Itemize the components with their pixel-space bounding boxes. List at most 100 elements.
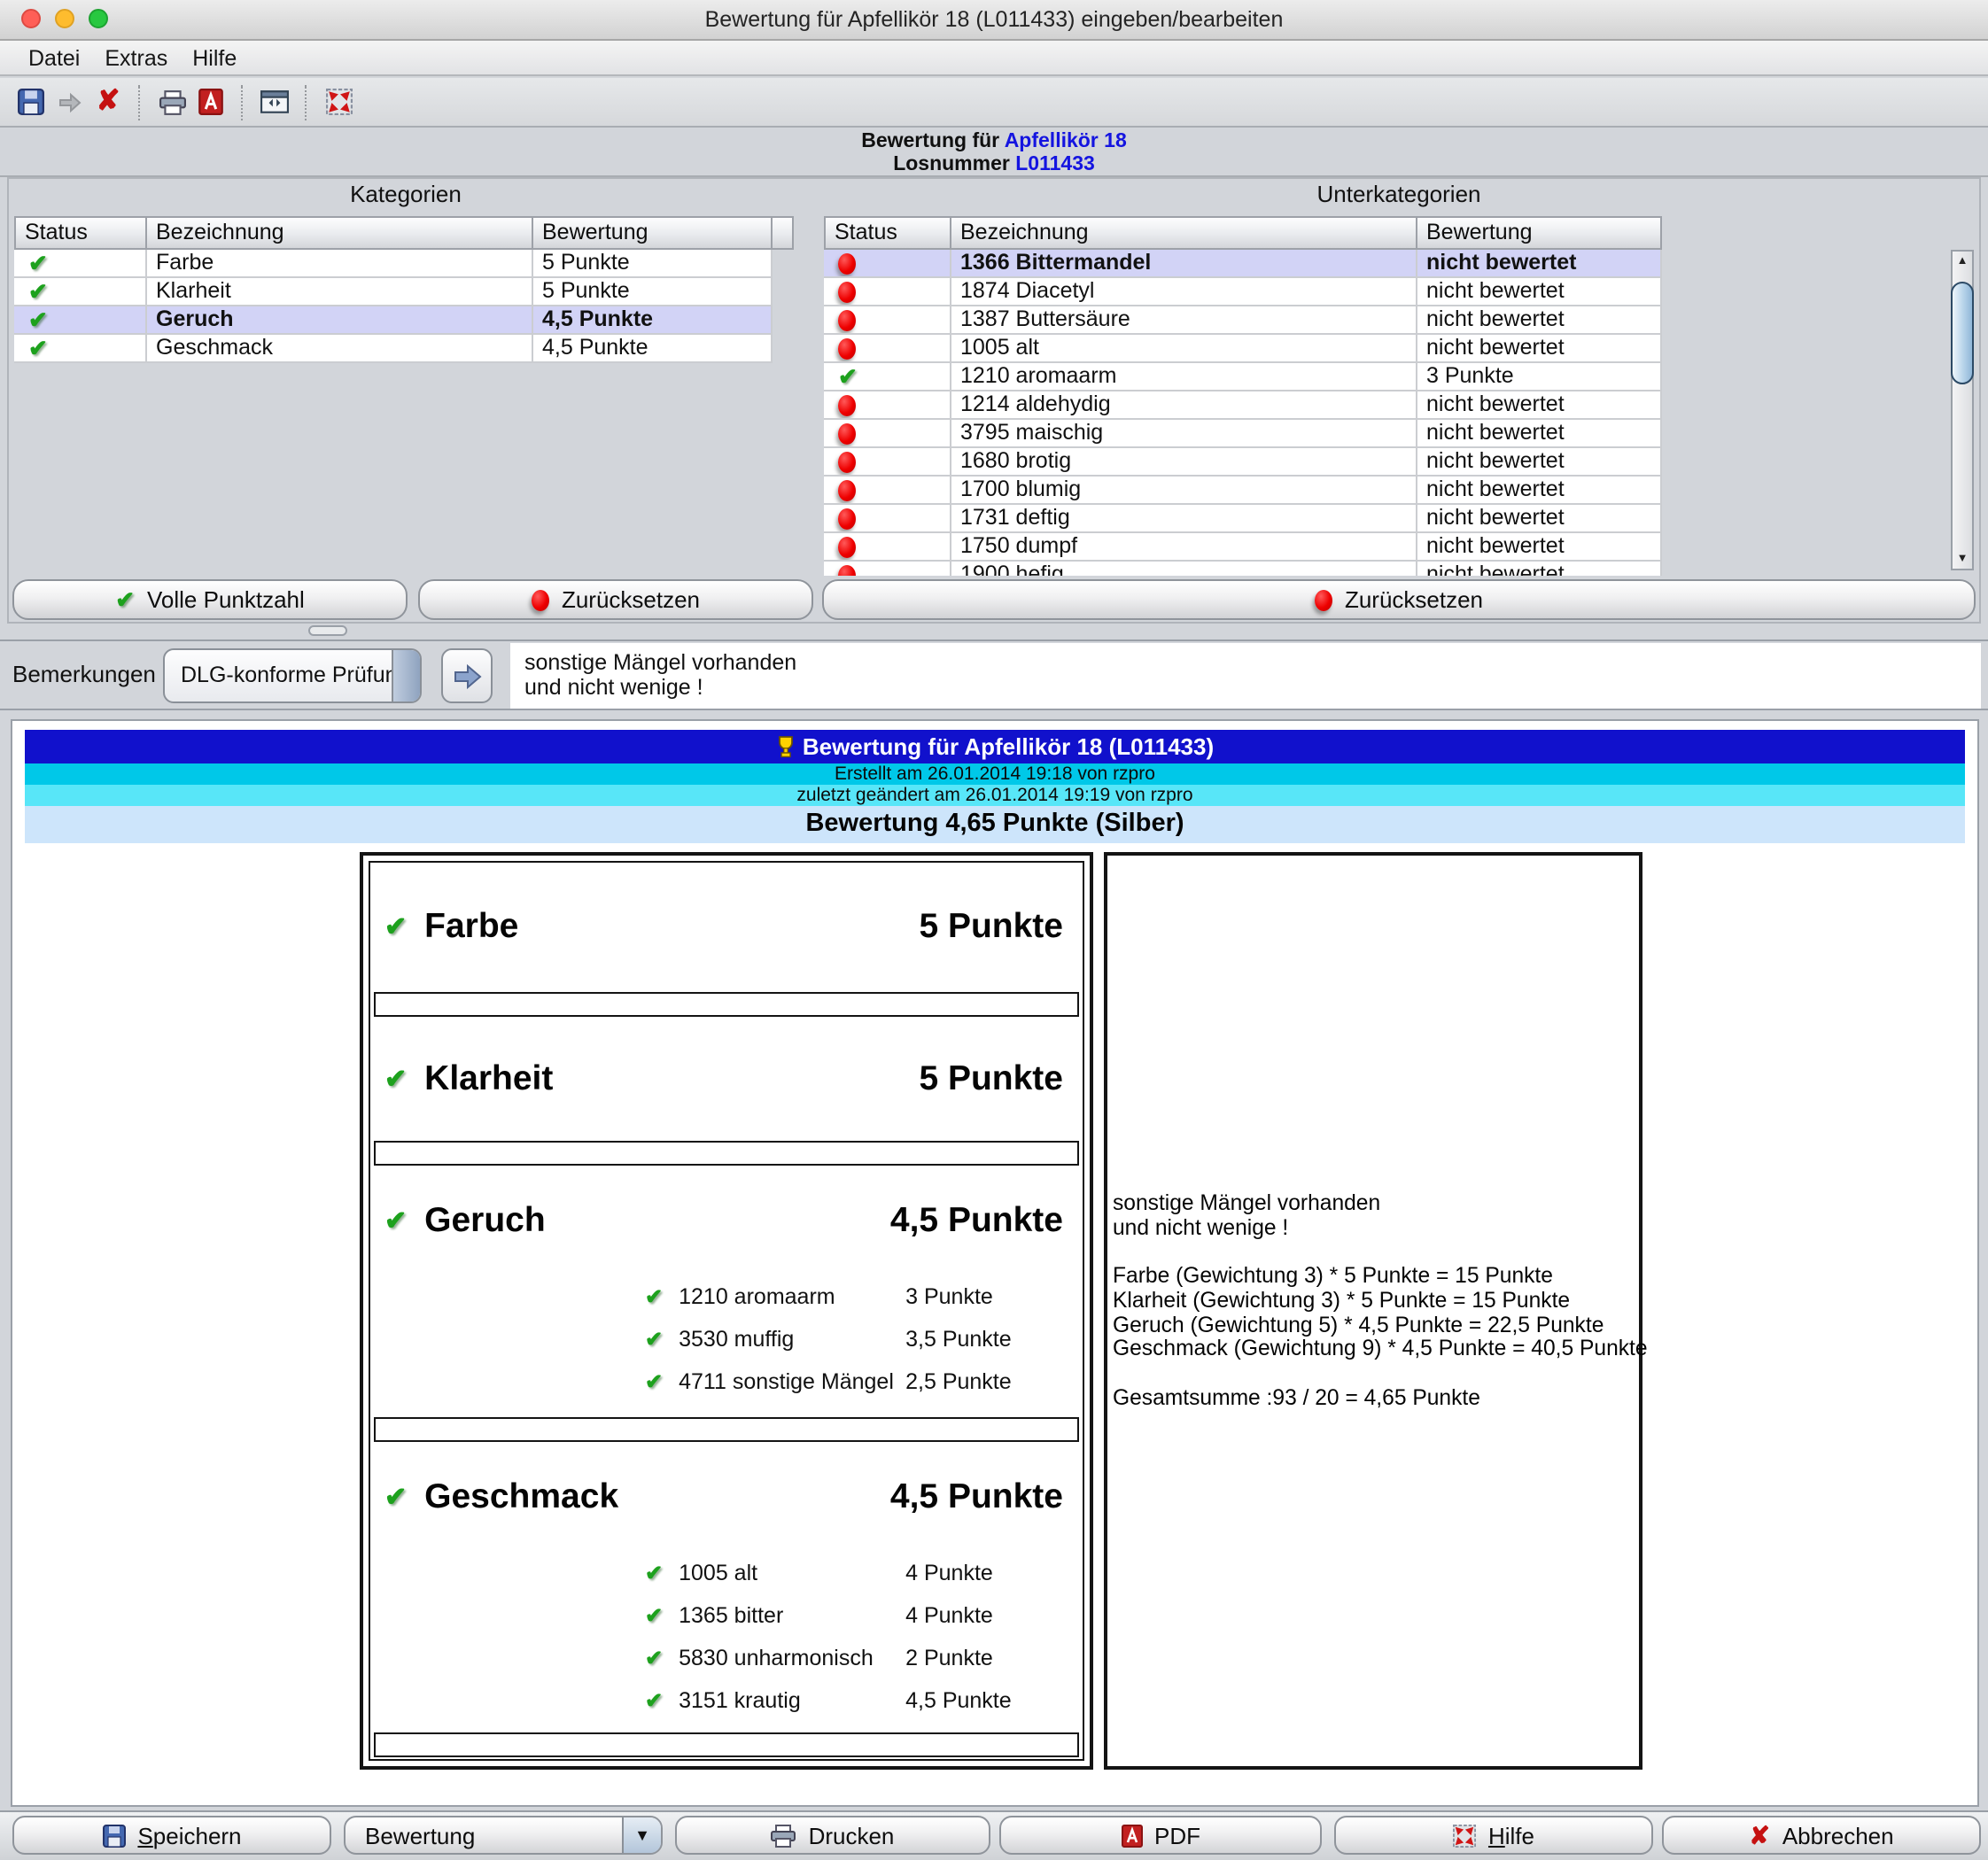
check-icon: ✔ bbox=[384, 914, 407, 941]
header-line2-value: L011433 bbox=[1015, 153, 1095, 174]
cell-status bbox=[824, 448, 951, 477]
scroll-down-icon[interactable]: ▼ bbox=[1953, 549, 1972, 569]
report-separator bbox=[374, 992, 1079, 1017]
red-dot-icon bbox=[838, 337, 856, 359]
save-icon[interactable] bbox=[11, 82, 50, 121]
bemerkungen-textarea[interactable]: sonstige Mängel vorhanden und nicht weni… bbox=[510, 643, 1981, 709]
cell-bewertung: 4,5 Punkte bbox=[533, 306, 773, 335]
cell-bezeichnung: 1680 brotig bbox=[951, 448, 1417, 477]
red-dot-icon bbox=[838, 479, 856, 500]
table-row[interactable]: 1680 brotignicht bewertet bbox=[824, 448, 1662, 477]
help-button[interactable]: Hilfe bbox=[1334, 1816, 1653, 1855]
table-row[interactable]: 1731 deftignicht bewertet bbox=[824, 505, 1662, 533]
table-row[interactable]: 3795 maischignicht bewertet bbox=[824, 420, 1662, 448]
column-header-bewertung[interactable]: Bewertung bbox=[1417, 216, 1662, 250]
column-header-status[interactable]: Status bbox=[14, 216, 147, 250]
cell-status: ✔ bbox=[14, 278, 147, 306]
zuruecksetzen-label: Zurücksetzen bbox=[562, 586, 700, 613]
bewertung-dropdown[interactable]: Bewertung ▼ bbox=[344, 1816, 663, 1855]
report-subitem-name: 1365 bitter bbox=[679, 1603, 905, 1628]
report-modified-line: zuletzt geändert am 26.01.2014 19:19 von… bbox=[25, 785, 1965, 806]
table-row[interactable]: 1750 dumpfnicht bewertet bbox=[824, 533, 1662, 562]
zuruecksetzen-unterkategorien-button[interactable]: Zurücksetzen bbox=[822, 579, 1976, 620]
trophy-icon bbox=[776, 735, 796, 758]
fullscreen-icon[interactable] bbox=[319, 82, 358, 121]
cell-bewertung: 3 Punkte bbox=[1417, 363, 1662, 391]
table-row[interactable]: ✔Geruch4,5 Punkte bbox=[14, 306, 773, 335]
table-row[interactable]: ✔Farbe5 Punkte bbox=[14, 250, 773, 278]
report-subitem-name: 1005 alt bbox=[679, 1561, 905, 1585]
preview-icon[interactable] bbox=[255, 82, 294, 121]
menu-extras[interactable]: Extras bbox=[92, 45, 180, 70]
menu-hilfe[interactable]: Hilfe bbox=[180, 45, 249, 70]
column-header-bewertung[interactable]: Bewertung bbox=[533, 216, 773, 250]
volle-punktzahl-button[interactable]: ✔ Volle Punktzahl bbox=[12, 579, 408, 620]
cell-status bbox=[824, 306, 951, 335]
table-row[interactable]: 1900 hefignicht bewertet bbox=[824, 562, 1662, 576]
report-category-points: 4,5 Punkte bbox=[890, 1200, 1068, 1241]
scrollbar-track[interactable] bbox=[1953, 271, 1972, 549]
report-separator bbox=[374, 1417, 1079, 1442]
save-button[interactable]: Speichern bbox=[12, 1816, 331, 1855]
pdf-icon[interactable] bbox=[191, 82, 230, 121]
cancel-button[interactable]: ✘ Abbrechen bbox=[1662, 1816, 1981, 1855]
scrollbar-vertical[interactable]: ▲ ▼ bbox=[1951, 250, 1974, 570]
delete-icon[interactable]: ✘ bbox=[89, 82, 128, 121]
print-button[interactable]: Drucken bbox=[675, 1816, 990, 1855]
menu-datei[interactable]: Datei bbox=[16, 45, 92, 70]
table-row[interactable]: 1874 Diacetylnicht bewertet bbox=[824, 278, 1662, 306]
red-dot-icon bbox=[1315, 589, 1332, 610]
cell-bewertung: 4,5 Punkte bbox=[533, 335, 773, 363]
check-icon: ✔ bbox=[384, 1066, 407, 1092]
fullscreen-icon bbox=[1453, 1824, 1476, 1847]
report-category-name: Farbe bbox=[424, 907, 518, 948]
chevron-down-icon[interactable]: ▼ bbox=[622, 1817, 661, 1853]
bemerkungen-bar: Bemerkungen : DLG-konforme Prüfung sonst… bbox=[0, 639, 1988, 710]
cell-bezeichnung: 3795 maischig bbox=[951, 420, 1417, 448]
cell-bewertung: nicht bewertet bbox=[1417, 420, 1662, 448]
report-subitem: ✔1365 bitter4 Punkte bbox=[370, 1594, 1083, 1637]
column-header-status[interactable]: Status bbox=[824, 216, 951, 250]
volle-punktzahl-label: Volle Punktzahl bbox=[147, 586, 305, 613]
report-subitem-points: 2 Punkte bbox=[905, 1646, 993, 1670]
table-row[interactable]: 1005 altnicht bewertet bbox=[824, 335, 1662, 363]
cell-bezeichnung: 1214 aldehydig bbox=[951, 391, 1417, 420]
table-row[interactable]: 1700 blumignicht bewertet bbox=[824, 477, 1662, 505]
report-subitem-name: 3530 muffig bbox=[679, 1327, 905, 1352]
pdf-button[interactable]: PDF bbox=[999, 1816, 1322, 1855]
scrollbar-thumb[interactable] bbox=[1951, 282, 1974, 384]
undo-icon[interactable] bbox=[50, 82, 89, 121]
splitter-handle[interactable] bbox=[308, 625, 347, 636]
cancel-label: Abbrechen bbox=[1782, 1822, 1894, 1848]
red-dot-icon bbox=[838, 536, 856, 557]
red-dot-icon bbox=[838, 309, 856, 330]
zuruecksetzen-kategorien-button[interactable]: Zurücksetzen bbox=[418, 579, 813, 620]
cell-bezeichnung: 1005 alt bbox=[951, 335, 1417, 363]
report-subitem: ✔3151 krautig4,5 Punkte bbox=[370, 1679, 1083, 1722]
column-header-bezeichnung[interactable]: Bezeichnung bbox=[147, 216, 533, 250]
table-row[interactable]: ✔Geschmack4,5 Punkte bbox=[14, 335, 773, 363]
arrow-right-icon bbox=[451, 662, 483, 690]
pdf-icon bbox=[1121, 1824, 1142, 1847]
bemerkungen-dropdown[interactable]: DLG-konforme Prüfung bbox=[163, 648, 422, 703]
print-icon[interactable] bbox=[152, 82, 191, 121]
print-label: Drucken bbox=[809, 1822, 895, 1848]
titlebar: Bewertung für Apfellikör 18 (L011433) ei… bbox=[0, 0, 1988, 41]
table-header: Status Bezeichnung Bewertung bbox=[14, 216, 794, 250]
report-category: ✔Farbe5 Punkte bbox=[370, 863, 1083, 1017]
cell-status bbox=[824, 335, 951, 363]
column-header-bezeichnung[interactable]: Bezeichnung bbox=[951, 216, 1417, 250]
report-notes-card: sonstige Mängel vorhanden und nicht weni… bbox=[1104, 852, 1642, 1770]
main-area: Kategorien Unterkategorien Status Bezeic… bbox=[7, 177, 1981, 624]
table-row[interactable]: 1387 Buttersäurenicht bewertet bbox=[824, 306, 1662, 335]
report-title-bar: Bewertung für Apfellikör 18 (L011433) bbox=[25, 730, 1965, 763]
table-row[interactable]: 1366 Bittermandelnicht bewertet bbox=[824, 250, 1662, 278]
apply-remark-button[interactable] bbox=[441, 648, 493, 703]
red-dot-icon bbox=[838, 422, 856, 444]
table-row[interactable]: ✔Klarheit5 Punkte bbox=[14, 278, 773, 306]
table-row[interactable]: 1214 aldehydignicht bewertet bbox=[824, 391, 1662, 420]
table-row[interactable]: ✔1210 aromaarm3 Punkte bbox=[824, 363, 1662, 391]
scroll-up-icon[interactable]: ▲ bbox=[1953, 252, 1972, 271]
report-subitem-points: 4 Punkte bbox=[905, 1603, 993, 1628]
footer-bar: Speichern Bewertung ▼ Drucken PDF Hilfe … bbox=[0, 1810, 1988, 1860]
